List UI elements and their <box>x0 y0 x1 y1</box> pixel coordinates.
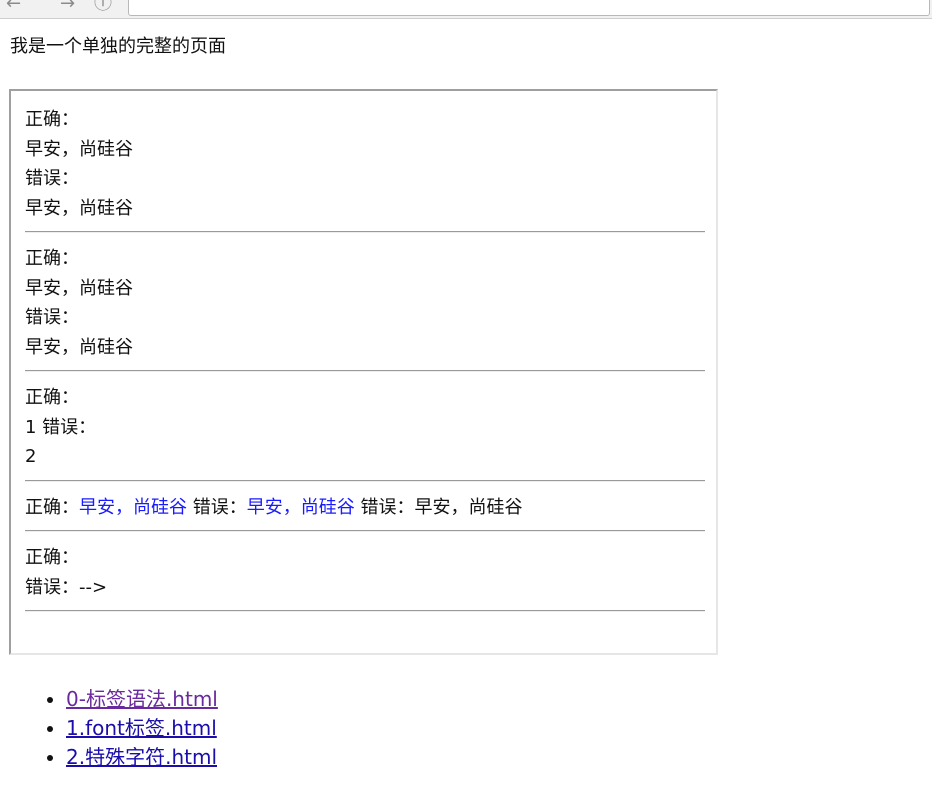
iframe-panel: 正确： 早安，尚硅谷 错误： 早安，尚硅谷 正确： 早安，尚硅谷 错误： 早安，… <box>9 89 718 655</box>
blue-greeting-text: 早安，尚硅谷 <box>246 496 355 518</box>
browser-toolbar: ← → ⓘ <box>0 0 932 19</box>
link-tag-syntax[interactable]: 0-标签语法.html <box>66 687 218 711</box>
page-title: 我是一个单独的完整的页面 <box>10 36 226 57</box>
correct-label: 正确： <box>25 387 79 408</box>
wrong-label: 1 错误： <box>25 416 97 438</box>
wrong-label: 错误： <box>25 168 79 189</box>
list-item: 0-标签语法.html <box>66 685 218 714</box>
list-item: 2.特殊字符.html <box>66 743 218 772</box>
divider <box>25 530 705 532</box>
link-special-chars[interactable]: 2.特殊字符.html <box>66 745 217 769</box>
section-5: 正确： 错误：--> <box>25 543 705 602</box>
wrong-label: 错误： <box>25 307 79 328</box>
greeting-text: 早安，尚硅谷 <box>25 277 133 299</box>
address-bar[interactable] <box>128 0 930 16</box>
divider <box>25 370 705 372</box>
correct-label: 正确： <box>25 496 79 518</box>
section-2: 正确： 早安，尚硅谷 错误： 早安，尚硅谷 <box>25 244 705 362</box>
list-item: 1.font标签.html <box>66 714 218 743</box>
correct-label: 正确： <box>25 248 79 269</box>
back-icon[interactable]: ← <box>6 0 21 14</box>
greeting-text: 早安，尚硅谷 <box>414 496 523 518</box>
section-4: 正确：早安，尚硅谷 错误：早安，尚硅谷 错误：早安，尚硅谷 <box>25 493 705 523</box>
divider <box>25 610 705 612</box>
section-1: 正确： 早安，尚硅谷 错误： 早安，尚硅谷 <box>25 105 705 223</box>
greeting-text: 早安，尚硅谷 <box>25 336 133 358</box>
wrong-label: 错误： <box>354 496 415 518</box>
greeting-text: 早安，尚硅谷 <box>25 138 133 160</box>
info-icon[interactable]: ⓘ <box>94 0 112 14</box>
wrong-label: 错误：--> <box>25 576 108 598</box>
blue-greeting-text: 早安，尚硅谷 <box>79 496 187 518</box>
inline-line: 正确：早安，尚硅谷 错误：早安，尚硅谷 错误：早安，尚硅谷 <box>25 493 705 523</box>
greeting-text: 早安，尚硅谷 <box>25 197 133 219</box>
divider <box>25 479 705 482</box>
iframe-content: 正确： 早安，尚硅谷 错误： 早安，尚硅谷 正确： 早安，尚硅谷 错误： 早安，… <box>25 105 705 623</box>
file-link-list: 0-标签语法.html 1.font标签.html 2.特殊字符.html <box>40 685 218 772</box>
link-font-tag[interactable]: 1.font标签.html <box>66 716 217 740</box>
forward-icon[interactable]: → <box>60 0 75 14</box>
divider <box>25 231 705 233</box>
value-text: 2 <box>25 446 37 467</box>
section-3: 正确： 1 错误： 2 <box>25 383 705 472</box>
correct-label: 正确： <box>25 547 79 568</box>
wrong-label: 错误： <box>187 496 247 518</box>
correct-label: 正确： <box>25 109 79 130</box>
